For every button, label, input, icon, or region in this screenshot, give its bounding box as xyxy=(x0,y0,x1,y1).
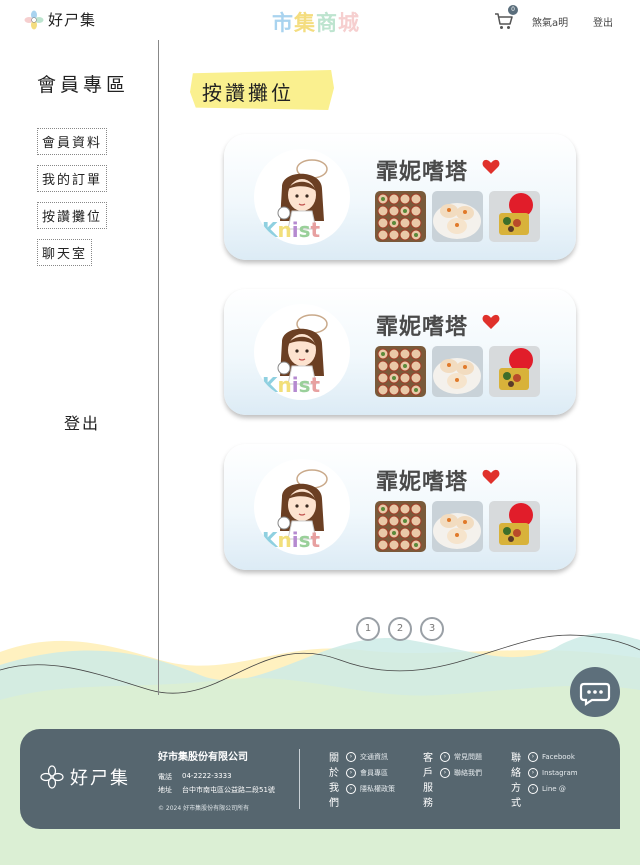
pagination: 1 2 3 xyxy=(356,617,444,641)
chef-girl-avatar-icon: Knist xyxy=(254,149,350,245)
heart-icon[interactable] xyxy=(482,469,500,485)
footer-logo-text: 好ㄕ集 xyxy=(70,768,130,789)
footer-link-label: 隱私權政策 xyxy=(360,785,395,793)
chat-bubble-icon xyxy=(579,682,611,707)
footer-link-label: Line @ xyxy=(542,785,566,793)
sidebar-item-chat[interactable]: 聊天室 xyxy=(37,239,93,266)
chevron-right-icon: › xyxy=(528,752,538,762)
footer-link-contact[interactable]: › 聯絡我們 xyxy=(440,768,482,778)
phone-line: 電話 04-2222-3333 xyxy=(158,772,232,782)
phone-number: 04-2222-3333 xyxy=(182,772,232,780)
stall-photos xyxy=(375,501,540,552)
site-footer: 好ㄕ集 好市集股份有限公司 電話 04-2222-3333 地址 台中市南屯區公… xyxy=(20,729,620,829)
footer-link-label: Instagram xyxy=(542,769,578,777)
address-label: 地址 xyxy=(158,786,172,794)
sidebar-item-liked-stalls[interactable]: 按讚攤位 xyxy=(37,202,108,229)
footer-link-label: Facebook xyxy=(542,753,575,761)
chevron-right-icon: › xyxy=(346,784,356,794)
user-name[interactable]: 煞氣a明 xyxy=(532,14,568,29)
dumplings-grid-photo[interactable] xyxy=(375,191,426,242)
chevron-right-icon: › xyxy=(528,784,538,794)
page-title-text: 按讚攤位 xyxy=(202,81,294,105)
bento-box-photo[interactable] xyxy=(489,191,540,242)
sidebar-title: 會員專區 xyxy=(37,74,130,96)
stall-name[interactable]: 霏妮嗜塔 xyxy=(376,309,468,341)
footer-link-label: 常見問題 xyxy=(454,753,482,761)
sidebar-item-profile[interactable]: 會員資料 xyxy=(37,128,108,155)
buns-plate-photo[interactable] xyxy=(432,346,483,397)
page-title: 按讚攤位 xyxy=(190,70,334,110)
footer-link-faq[interactable]: › 常見問題 xyxy=(440,752,482,762)
footer-link-label: 聯絡我們 xyxy=(454,769,482,777)
dumplings-grid-photo[interactable] xyxy=(375,346,426,397)
brand-title: 市集商城 xyxy=(272,7,360,37)
stall-card[interactable]: Knist 霏妮嗜塔 xyxy=(224,289,576,415)
brand-char: 商 xyxy=(316,11,338,35)
company-name: 好市集股份有限公司 xyxy=(158,752,248,763)
footer-logo[interactable]: 好ㄕ集 xyxy=(40,764,130,790)
heart-icon[interactable] xyxy=(482,314,500,330)
bento-box-photo[interactable] xyxy=(489,501,540,552)
footer-col-about: 關於我們 › 交通資訊 › 會員專區 › 隱私權政策 xyxy=(329,751,395,811)
logo-text: 好ㄕ集 xyxy=(48,11,97,29)
member-menu: 會員資料 我的訂單 按讚攤位 聊天室 xyxy=(37,128,108,266)
chevron-right-icon: › xyxy=(346,768,356,778)
flower-logo-icon xyxy=(24,10,44,29)
stall-name[interactable]: 霏妮嗜塔 xyxy=(376,154,468,186)
top-header: 好ㄕ集 市集商城 0 煞氣a明 登出 xyxy=(0,0,640,40)
chevron-right-icon: › xyxy=(440,752,450,762)
address-text: 台中市南屯區公益路二段51號 xyxy=(182,786,275,794)
footer-col-service: 客戶服務 › 常見問題 › 聯絡我們 xyxy=(423,751,482,811)
footer-col-title: 客戶服務 xyxy=(423,753,433,809)
brand-char: 市 xyxy=(272,11,294,35)
cart-count-badge: 0 xyxy=(508,5,518,15)
page-button[interactable]: 2 xyxy=(388,617,412,641)
footer-divider xyxy=(299,749,300,809)
stall-name[interactable]: 霏妮嗜塔 xyxy=(376,464,468,496)
footer-link-line[interactable]: › Line @ xyxy=(528,784,578,794)
page-button[interactable]: 1 xyxy=(356,617,380,641)
footer-link-label: 交通資訊 xyxy=(360,753,388,761)
dumplings-grid-photo[interactable] xyxy=(375,501,426,552)
heart-icon[interactable] xyxy=(482,159,500,175)
flower-logo-icon xyxy=(40,765,64,789)
site-logo[interactable]: 好ㄕ集 xyxy=(24,9,96,30)
footer-col-social: 聯絡方式 › Facebook › Instagram › Line @ xyxy=(511,751,578,811)
stall-photos xyxy=(375,191,540,242)
stall-card[interactable]: Knist 霏妮嗜塔 xyxy=(224,444,576,570)
bento-box-photo[interactable] xyxy=(489,346,540,397)
page-button[interactable]: 3 xyxy=(420,617,444,641)
footer-col-title: 關於我們 xyxy=(329,753,339,809)
header-logout-link[interactable]: 登出 xyxy=(593,14,613,29)
footer-link-traffic[interactable]: › 交通資訊 xyxy=(346,752,395,762)
footer-link-instagram[interactable]: › Instagram xyxy=(528,768,578,778)
sidebar-item-orders[interactable]: 我的訂單 xyxy=(37,165,108,192)
avatar-caption: Knist xyxy=(262,373,321,397)
phone-label: 電話 xyxy=(158,773,172,781)
chevron-right-icon: › xyxy=(440,768,450,778)
footer-link-facebook[interactable]: › Facebook xyxy=(528,752,578,762)
footer-link-label: 會員專區 xyxy=(360,769,388,777)
avatar-caption: Knist xyxy=(262,218,321,242)
copyright: © 2024 好市集股份有限公司所有 xyxy=(158,805,250,812)
footer-link-privacy[interactable]: › 隱私權政策 xyxy=(346,784,395,794)
buns-plate-photo[interactable] xyxy=(432,501,483,552)
brand-char: 城 xyxy=(338,11,360,35)
chevron-right-icon: › xyxy=(346,752,356,762)
brand-char: 集 xyxy=(294,11,316,35)
chevron-right-icon: › xyxy=(528,768,538,778)
buns-plate-photo[interactable] xyxy=(432,191,483,242)
chef-girl-avatar-icon: Knist xyxy=(254,459,350,555)
chat-button[interactable] xyxy=(570,667,620,717)
chef-girl-avatar-icon: Knist xyxy=(254,304,350,400)
stall-card[interactable]: Knist 霏妮嗜塔 xyxy=(224,134,576,260)
avatar-caption: Knist xyxy=(262,528,321,552)
sidebar-divider xyxy=(158,40,159,695)
stall-photos xyxy=(375,346,540,397)
address-line: 地址 台中市南屯區公益路二段51號 xyxy=(158,785,275,795)
footer-col-title: 聯絡方式 xyxy=(511,753,521,809)
sidebar-logout-link[interactable]: 登出 xyxy=(64,410,100,434)
footer-link-member[interactable]: › 會員專區 xyxy=(346,768,395,778)
